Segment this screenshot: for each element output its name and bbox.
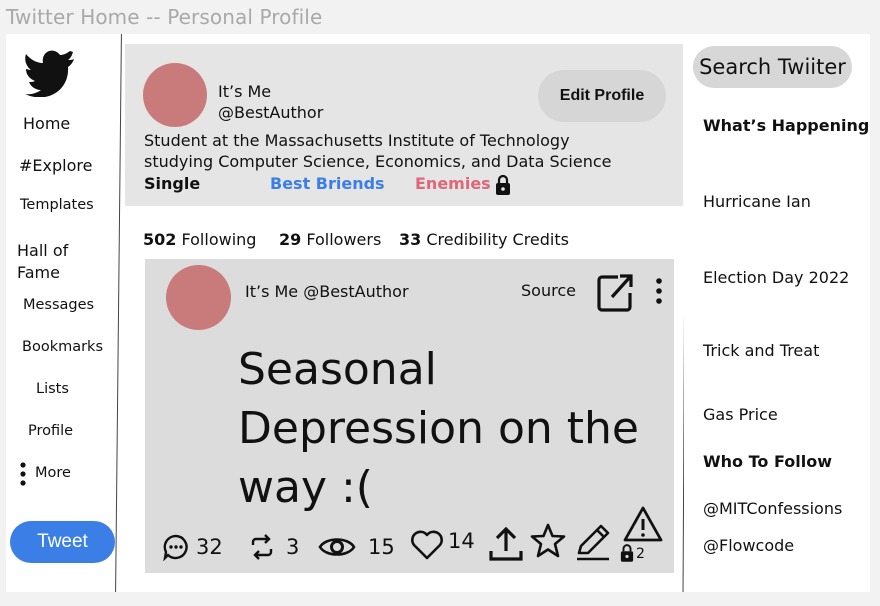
sidebar-item-bookmarks[interactable]: Bookmarks bbox=[22, 339, 103, 355]
like-action[interactable]: 14 bbox=[410, 528, 475, 562]
credits-label: Credibility Credits bbox=[426, 230, 569, 249]
sidebar-item-hall-of-fame[interactable]: Hall of Fame bbox=[17, 240, 87, 284]
external-link-icon[interactable] bbox=[596, 271, 634, 317]
relationship-status: Single bbox=[144, 174, 201, 193]
best-friends-link[interactable]: Best Briends bbox=[270, 174, 385, 193]
followers-count: 29 bbox=[279, 230, 302, 249]
kebab-menu-icon[interactable] bbox=[655, 277, 663, 309]
sidebar-item-templates[interactable]: Templates bbox=[20, 197, 94, 213]
profile-card bbox=[125, 44, 683, 206]
warning-icon[interactable] bbox=[622, 505, 664, 547]
credits-stat[interactable]: 33 Credibility Credits bbox=[399, 230, 569, 249]
post-author[interactable]: It’s Me @BestAuthor bbox=[245, 282, 409, 301]
bio-line-2: studying Computer Science, Economics, an… bbox=[144, 152, 612, 171]
profile-handle: @BestAuthor bbox=[218, 103, 324, 122]
post-author-avatar[interactable] bbox=[166, 265, 231, 330]
bio-line-1: Student at the Massachusetts Institute o… bbox=[144, 131, 570, 150]
search-input[interactable] bbox=[693, 46, 852, 88]
edit-profile-button[interactable]: Edit Profile bbox=[538, 70, 666, 122]
like-count: 14 bbox=[448, 529, 475, 553]
lock-icon bbox=[620, 543, 634, 567]
comment-action[interactable]: 32 bbox=[162, 533, 223, 561]
sidebar-item-profile[interactable]: Profile bbox=[28, 423, 73, 439]
edit-icon[interactable] bbox=[573, 522, 613, 566]
profile-display-name: It’s Me bbox=[218, 82, 272, 101]
trend-item[interactable]: Trick and Treat bbox=[703, 341, 819, 360]
comment-count: 32 bbox=[196, 535, 223, 559]
followers-label: Followers bbox=[306, 230, 382, 249]
retweet-count: 3 bbox=[286, 535, 300, 559]
profile-avatar[interactable] bbox=[143, 63, 207, 127]
sidebar-item-home[interactable]: Home bbox=[23, 114, 70, 133]
retweet-action[interactable]: 3 bbox=[248, 533, 299, 561]
window-title: Twitter Home -- Personal Profile bbox=[6, 5, 323, 29]
follow-suggestion[interactable]: @MITConfessions bbox=[703, 499, 842, 518]
following-label: Following bbox=[181, 230, 257, 249]
post-source-label[interactable]: Source bbox=[521, 281, 576, 300]
trend-item[interactable]: Election Day 2022 bbox=[703, 268, 849, 287]
whats-happening-heading: What’s Happening bbox=[703, 116, 870, 135]
twitter-bird-icon[interactable] bbox=[24, 45, 74, 101]
post-text: Seasonal Depression on the way :( bbox=[238, 344, 639, 513]
credits-count: 33 bbox=[399, 230, 422, 249]
followers-stat[interactable]: 29 Followers bbox=[279, 230, 381, 249]
star-icon[interactable] bbox=[529, 522, 567, 564]
views-action[interactable]: 15 bbox=[318, 533, 395, 561]
views-count: 15 bbox=[368, 535, 395, 559]
more-dots-icon[interactable] bbox=[19, 462, 27, 490]
who-to-follow-heading: Who To Follow bbox=[703, 452, 832, 471]
following-count: 502 bbox=[143, 230, 177, 249]
retweet-icon bbox=[248, 533, 276, 561]
follow-suggestion[interactable]: @Flowcode bbox=[703, 536, 794, 555]
trend-item[interactable]: Gas Price bbox=[703, 405, 778, 424]
profile-bio: Student at the Massachusetts Institute o… bbox=[144, 130, 664, 172]
share-icon[interactable] bbox=[488, 525, 524, 567]
trend-item[interactable]: Hurricane Ian bbox=[703, 192, 811, 211]
following-stat[interactable]: 502 Following bbox=[143, 230, 256, 249]
heart-icon bbox=[410, 528, 444, 562]
enemies-link[interactable]: Enemies bbox=[415, 174, 491, 193]
sidebar-item-more[interactable]: More bbox=[35, 465, 71, 481]
eye-icon bbox=[318, 533, 356, 561]
sidebar-item-messages[interactable]: Messages bbox=[23, 297, 94, 313]
sidebar-item-explore[interactable]: #Explore bbox=[19, 156, 92, 175]
lock-icon bbox=[495, 174, 511, 200]
warning-count: 2 bbox=[636, 546, 645, 562]
tweet-button[interactable]: Tweet bbox=[10, 521, 115, 563]
comment-icon bbox=[162, 533, 190, 561]
sidebar-item-lists[interactable]: Lists bbox=[36, 381, 69, 397]
